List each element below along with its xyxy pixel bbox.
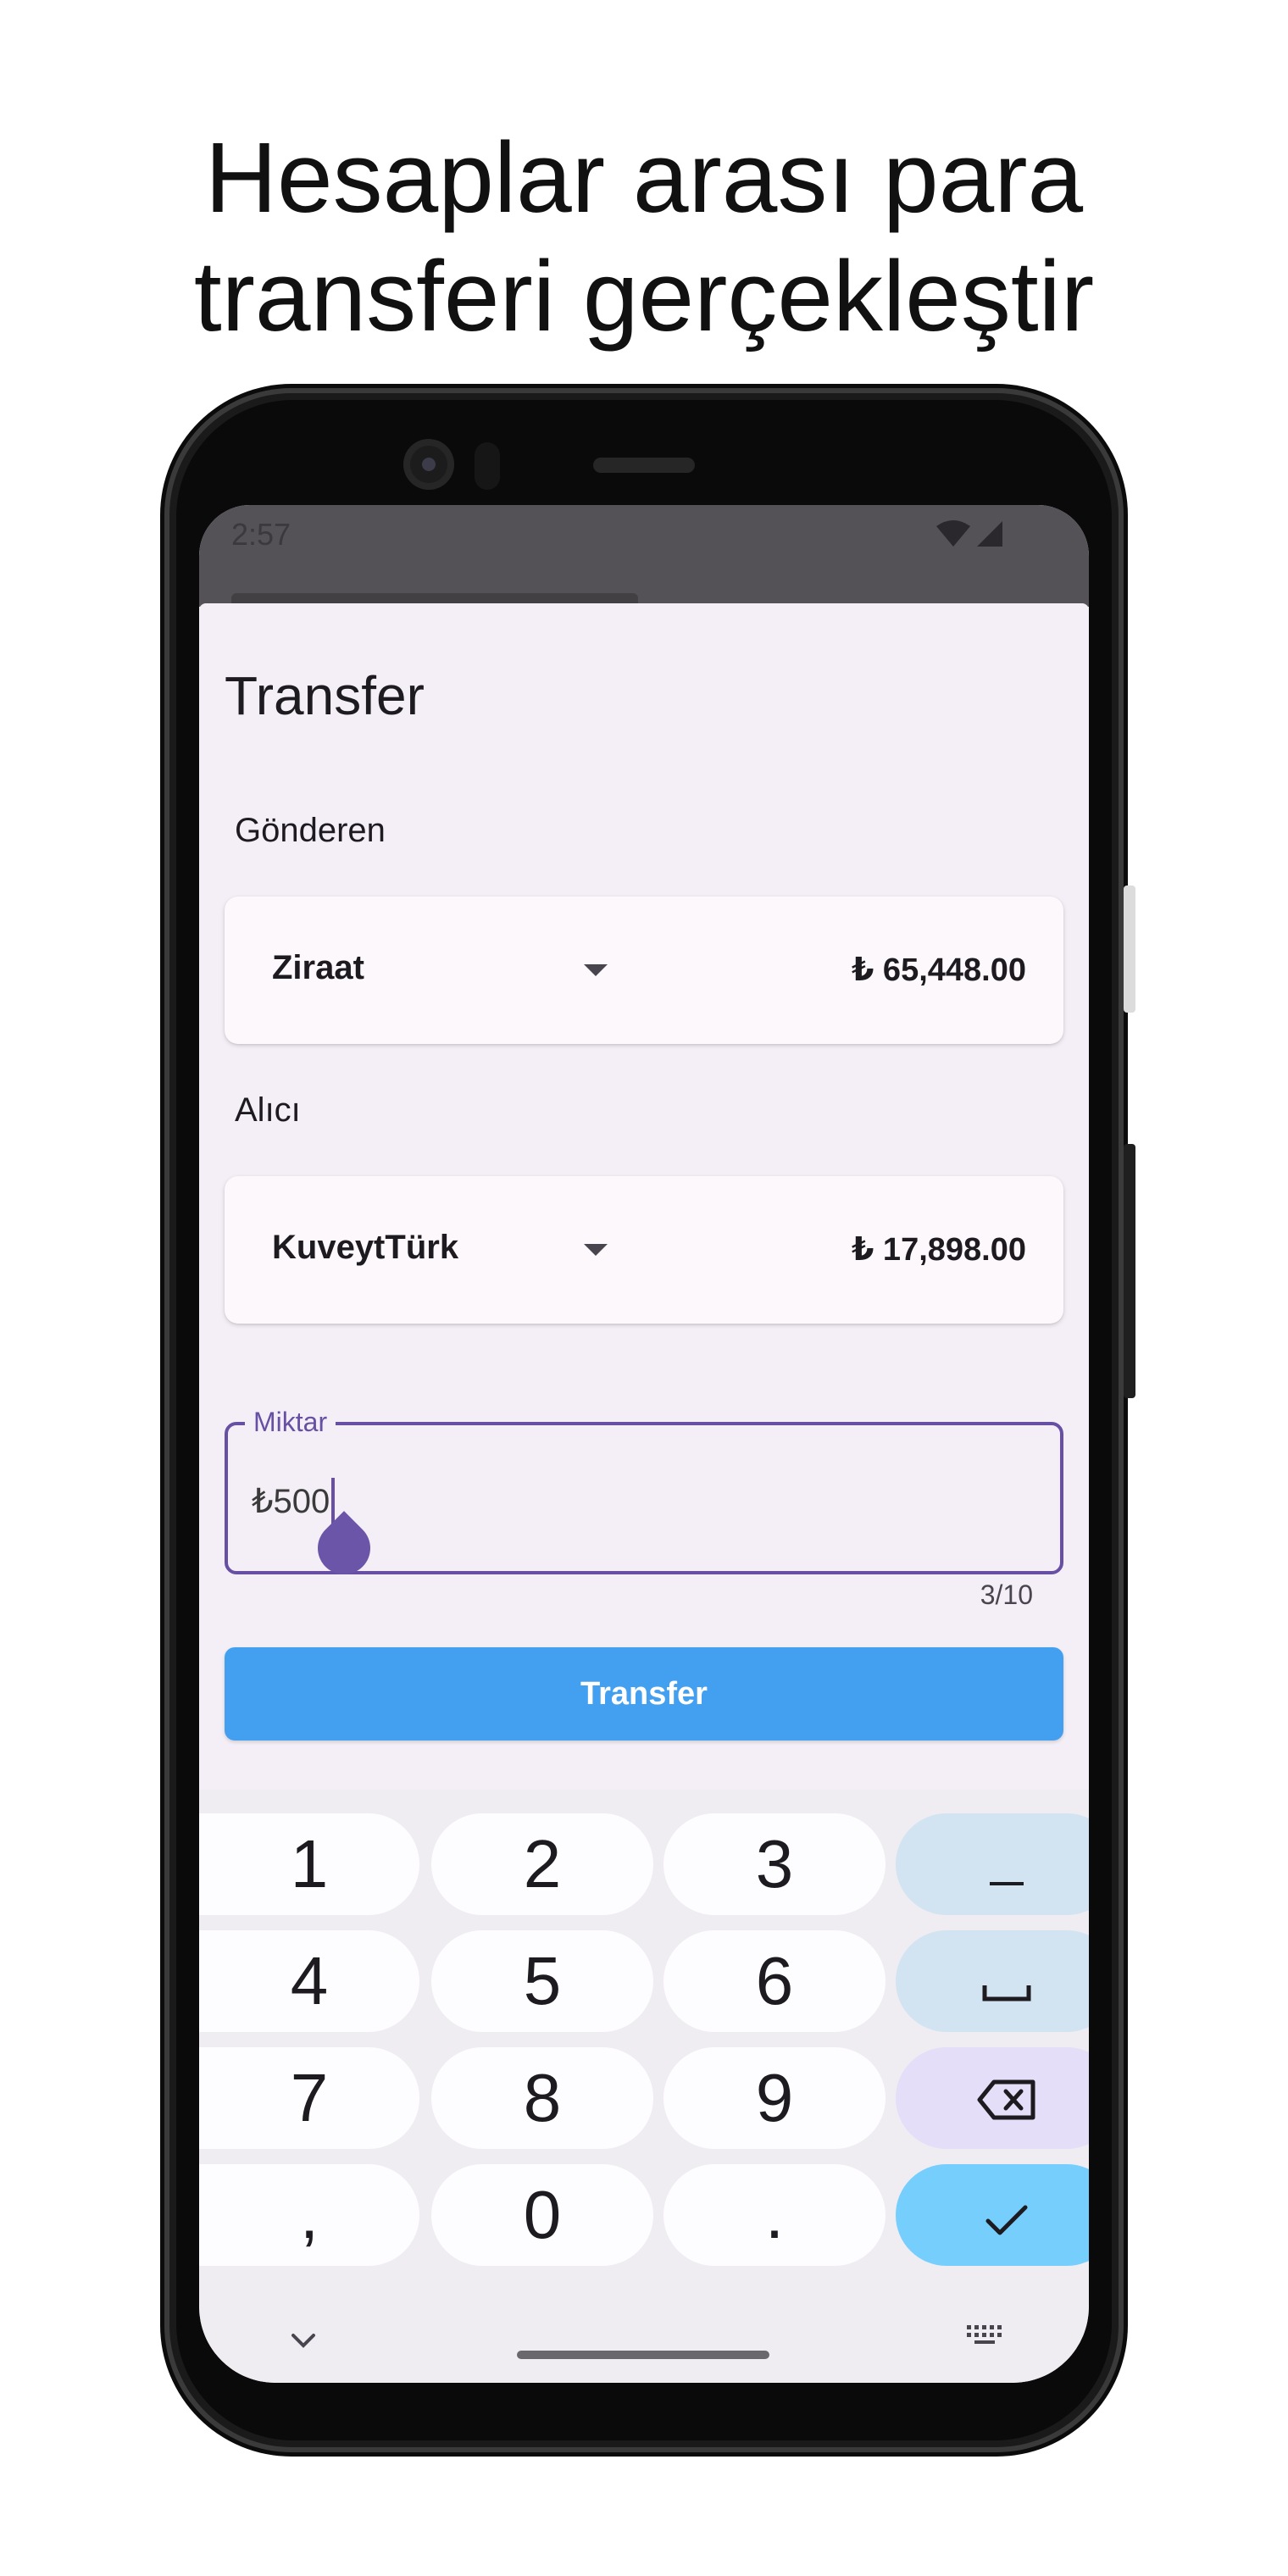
key-comma[interactable]: , <box>199 2164 419 2266</box>
backspace-icon <box>977 2059 1036 2137</box>
key-done[interactable] <box>896 2164 1089 2266</box>
wifi-icon <box>936 519 970 552</box>
promo-headline: Hesaplar arası para transferi gerçekleşt… <box>0 119 1288 356</box>
key-space[interactable] <box>896 1930 1089 2032</box>
key-5[interactable]: 5 <box>431 1930 653 2032</box>
key-2[interactable]: 2 <box>431 1813 653 1915</box>
key-9[interactable]: 9 <box>663 2047 886 2149</box>
transfer-button[interactable]: Transfer <box>225 1647 1063 1740</box>
receiver-account-name: KuveytTürk <box>272 1229 459 1266</box>
sender-account-name: Ziraat <box>272 949 364 986</box>
key-3[interactable]: 3 <box>663 1813 886 1915</box>
character-counter: 3/10 <box>980 1579 1033 1610</box>
key-8[interactable]: 8 <box>431 2047 653 2149</box>
receiver-account-dropdown[interactable]: KuveytTürk ₺ 17,898.00 <box>225 1176 1063 1324</box>
chevron-down-icon <box>584 964 608 976</box>
minus-icon <box>990 1825 1024 1903</box>
chevron-down-icon[interactable] <box>291 2323 316 2357</box>
sender-label: Gönderen <box>235 812 386 849</box>
signal-icon <box>975 519 1004 552</box>
volume-button <box>1124 1144 1135 1398</box>
receiver-balance: ₺ 17,898.00 <box>851 1232 1026 1268</box>
key-4[interactable]: 4 <box>199 1930 419 2032</box>
proximity-sensor <box>475 442 500 490</box>
home-gesture-bar[interactable] <box>517 2351 769 2359</box>
front-camera <box>403 439 454 490</box>
sender-account-dropdown[interactable]: Ziraat ₺ 65,448.00 <box>225 897 1063 1044</box>
checkmark-icon <box>985 2176 1029 2254</box>
status-bar: 2:57 <box>199 505 1089 610</box>
text-cursor <box>331 1478 336 1525</box>
receiver-label: Alıcı <box>235 1091 301 1129</box>
key-0[interactable]: 0 <box>431 2164 653 2266</box>
numeric-keyboard: 1 2 3 4 5 6 7 8 9 , 0 . <box>199 1790 1089 2383</box>
key-1[interactable]: 1 <box>199 1813 419 1915</box>
sender-balance: ₺ 65,448.00 <box>851 952 1026 988</box>
power-button <box>1124 886 1135 1013</box>
phone-screen: 2:57 Transfer Gönderen Ziraat ₺ 65,448.0… <box>199 505 1089 2383</box>
space-icon <box>981 1942 1032 2020</box>
key-backspace[interactable] <box>896 2047 1089 2149</box>
key-period[interactable]: . <box>663 2164 886 2266</box>
headline-line-2: transferi gerçekleştir <box>193 241 1095 353</box>
key-minus[interactable] <box>896 1813 1089 1915</box>
amount-text: ₺500 <box>252 1483 330 1520</box>
key-6[interactable]: 6 <box>663 1930 886 2032</box>
transfer-dialog: Transfer Gönderen Ziraat ₺ 65,448.00 Alı… <box>199 603 1089 1790</box>
keyboard-icon[interactable] <box>965 2322 1006 2351</box>
key-7[interactable]: 7 <box>199 2047 419 2149</box>
amount-value[interactable]: ₺500 <box>252 1478 336 1525</box>
amount-label: Miktar <box>245 1407 336 1438</box>
earpiece-speaker <box>593 458 695 473</box>
headline-line-1: Hesaplar arası para <box>204 122 1084 234</box>
dialog-title: Transfer <box>225 665 425 726</box>
chevron-down-icon <box>584 1244 608 1256</box>
status-icons <box>936 519 1004 552</box>
status-time: 2:57 <box>231 517 291 552</box>
amount-input[interactable]: Miktar ₺500 <box>225 1407 1063 1585</box>
